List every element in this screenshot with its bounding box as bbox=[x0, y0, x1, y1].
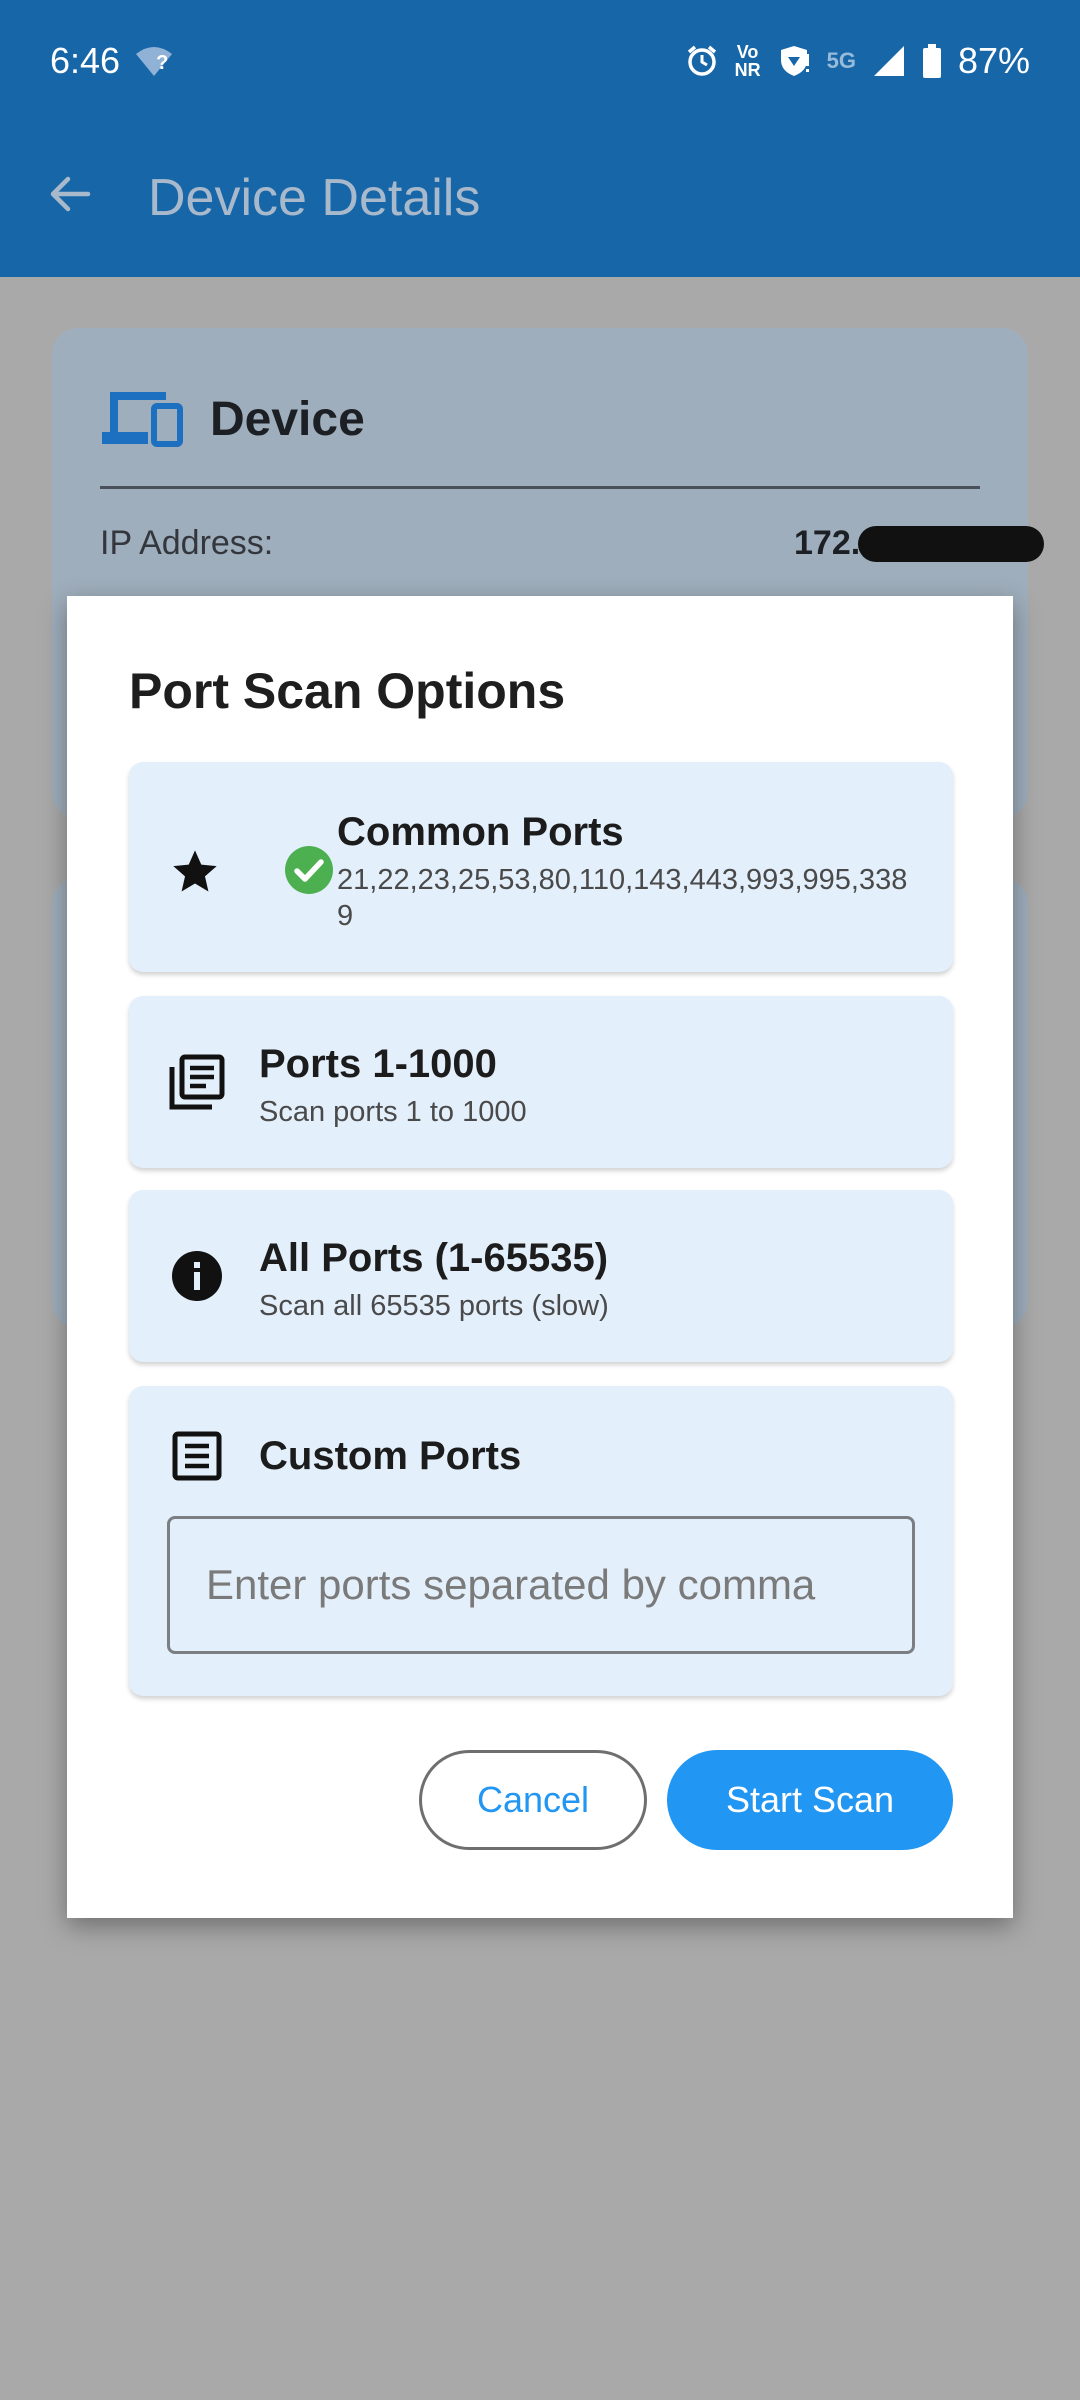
option-title: Custom Ports bbox=[259, 1434, 522, 1478]
ip-address-value: 172. bbox=[794, 524, 861, 562]
option-title: All Ports (1-65535) bbox=[259, 1236, 609, 1280]
info-icon bbox=[167, 1246, 227, 1306]
wifi-badge: ? bbox=[156, 52, 169, 74]
network-type: 5G bbox=[826, 48, 856, 73]
ip-address-label: IP Address: bbox=[100, 524, 274, 562]
arrow-back-icon bbox=[48, 172, 92, 221]
status-bar: 6:46 ? Vo NR 5G 87% bbox=[0, 0, 1080, 122]
list-icon bbox=[169, 1428, 225, 1484]
volte-top: Vo bbox=[736, 42, 759, 62]
device-card-title: Device bbox=[210, 393, 365, 446]
option-subtitle: Scan ports 1 to 1000 bbox=[259, 1096, 527, 1128]
shield-icon bbox=[777, 44, 811, 78]
option-ports-1-1000[interactable]: Ports 1-1000 Scan ports 1 to 1000 bbox=[129, 996, 953, 1168]
option-subtitle: Scan all 65535 ports (slow) bbox=[259, 1290, 609, 1322]
page-title: Device Details bbox=[148, 169, 481, 227]
custom-ports-input[interactable] bbox=[167, 1516, 915, 1654]
star-icon bbox=[167, 844, 223, 900]
port-scan-dialog: Port Scan Options Common Ports 21,22,23,… bbox=[67, 596, 1013, 1918]
dialog-title: Port Scan Options bbox=[129, 663, 566, 719]
option-all-ports[interactable]: All Ports (1-65535) Scan all 65535 ports… bbox=[129, 1190, 953, 1362]
volte-bottom: NR bbox=[734, 60, 761, 80]
back-button[interactable] bbox=[40, 166, 100, 226]
app-bar: Device Details bbox=[0, 122, 1080, 277]
redaction-mark bbox=[858, 526, 1044, 562]
wifi-icon: ? bbox=[134, 44, 174, 78]
cancel-button[interactable]: Cancel bbox=[419, 1750, 647, 1850]
option-title: Common Ports bbox=[337, 810, 624, 854]
volte-icon: Vo NR bbox=[735, 43, 761, 79]
start-scan-button[interactable]: Start Scan bbox=[667, 1750, 953, 1850]
devices-icon bbox=[100, 388, 184, 453]
check-circle-icon bbox=[283, 844, 335, 896]
option-custom-ports[interactable]: Custom Ports bbox=[129, 1386, 953, 1696]
option-title: Ports 1-1000 bbox=[259, 1042, 497, 1086]
status-time: 6:46 bbox=[50, 40, 121, 81]
battery-percent: 87% bbox=[957, 40, 1030, 81]
divider bbox=[100, 486, 980, 489]
option-subtitle: 21,22,23,25,53,80,110,143,443,993,995,33… bbox=[337, 864, 908, 932]
alarm-icon bbox=[685, 44, 719, 78]
option-common-ports[interactable]: Common Ports 21,22,23,25,53,80,110,143,4… bbox=[129, 762, 953, 972]
battery-icon bbox=[922, 44, 942, 78]
signal-icon bbox=[872, 44, 906, 78]
library-icon bbox=[167, 1052, 227, 1112]
